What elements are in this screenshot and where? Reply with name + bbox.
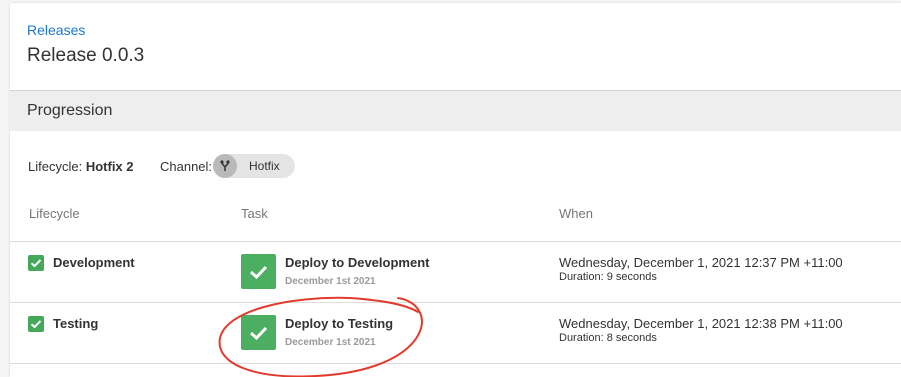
channel-chip-label: Hotfix — [249, 159, 280, 173]
task-duration: Duration: 8 seconds — [559, 332, 657, 344]
table-row: Development Deploy to Development Decemb… — [10, 242, 901, 302]
progression-section-header: Progression — [10, 90, 901, 131]
checkbox-checked-icon — [28, 255, 44, 271]
column-header-when: When — [559, 206, 593, 221]
branch-icon — [213, 154, 237, 178]
release-meta: Lifecycle: Hotfix 2 Channel: Hotfix — [17, 154, 887, 180]
task-link[interactable]: Deploy to Testing — [285, 316, 393, 331]
lifecycle-meta: Lifecycle: Hotfix 2 — [28, 159, 134, 174]
channel-label: Channel: — [160, 159, 213, 174]
channel-chip[interactable]: Hotfix — [213, 154, 295, 178]
page-header: Releases Release 0.0.3 — [10, 3, 901, 90]
lifecycle-phase-name: Development — [53, 255, 135, 270]
column-header-lifecycle: Lifecycle — [29, 206, 80, 221]
success-check-icon — [241, 315, 276, 350]
divider — [10, 363, 901, 364]
when-timestamp: Wednesday, December 1, 2021 12:37 PM +11… — [559, 255, 843, 270]
task-duration: Duration: 9 seconds — [559, 271, 657, 283]
section-title: Progression — [27, 102, 113, 119]
breadcrumb-releases-link[interactable]: Releases — [27, 22, 85, 38]
task-date: December 1st 2021 — [285, 276, 376, 287]
checkbox-checked-icon — [28, 316, 44, 332]
success-check-icon — [241, 254, 276, 289]
task-link[interactable]: Deploy to Development — [285, 255, 429, 270]
lifecycle-phase-name: Testing — [53, 316, 99, 331]
lifecycle-label: Lifecycle: — [28, 159, 83, 174]
when-timestamp: Wednesday, December 1, 2021 12:38 PM +11… — [559, 316, 843, 331]
column-header-task: Task — [241, 206, 268, 221]
page-title: Release 0.0.3 — [27, 45, 145, 66]
lifecycle-value: Hotfix 2 — [85, 159, 134, 174]
table-row: Testing Deploy to Testing December 1st 2… — [10, 303, 901, 363]
task-date: December 1st 2021 — [285, 337, 376, 348]
